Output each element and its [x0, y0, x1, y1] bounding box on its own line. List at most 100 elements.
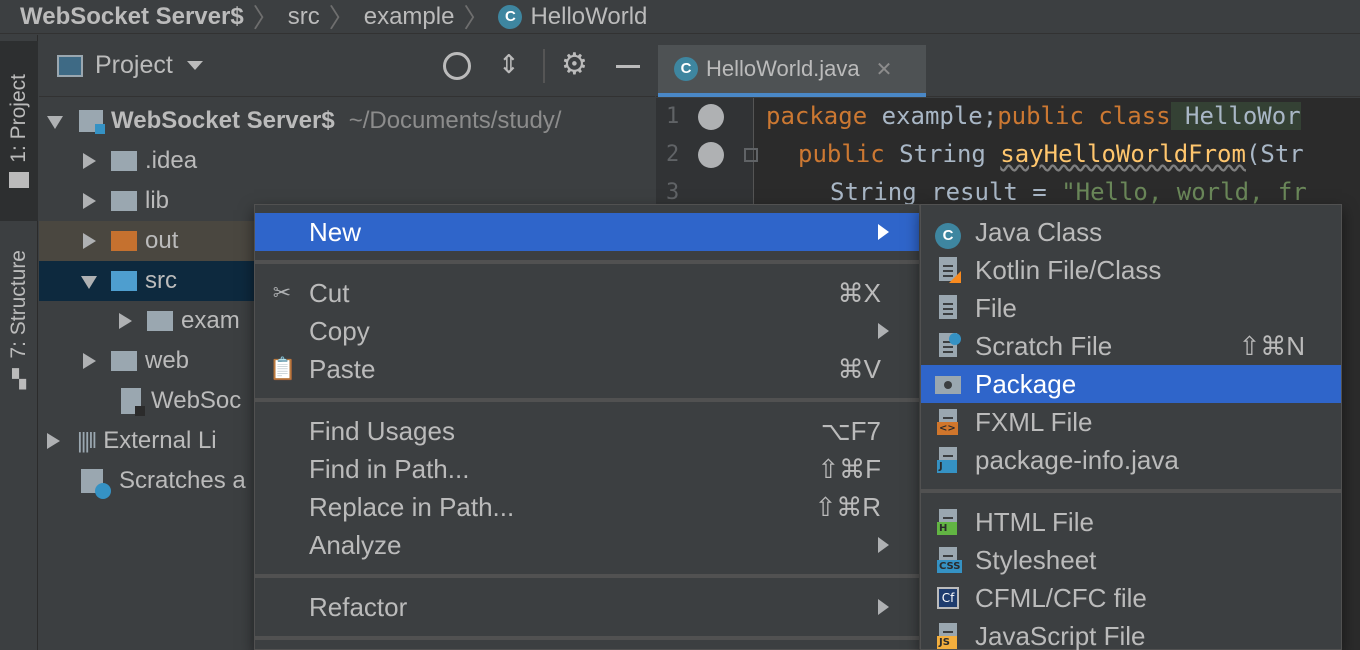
- cfml-file-icon: Cf: [935, 585, 961, 611]
- package-icon: [147, 311, 173, 331]
- submenu-arrow-icon: [878, 224, 889, 240]
- tree-item-idea[interactable]: .idea: [39, 141, 655, 181]
- java-class-icon: C: [498, 4, 523, 29]
- javascript-file-icon: JS: [935, 623, 961, 649]
- expand-arrow-icon[interactable]: [45, 433, 60, 449]
- expand-arrow-icon[interactable]: [81, 153, 96, 169]
- editor-tab-helloworld[interactable]: C HelloWorld.java ✕: [658, 45, 926, 97]
- java-class-icon: C: [935, 219, 961, 250]
- menu-separator: [255, 260, 919, 264]
- project-tool-tab[interactable]: 1: Project: [0, 41, 38, 221]
- submenu-item-java-class[interactable]: C Java Class: [921, 213, 1341, 251]
- tree-item-label: WebSocket Server$: [111, 107, 335, 134]
- dropdown-arrow-icon[interactable]: [186, 61, 203, 70]
- scissors-icon: ✂: [272, 280, 292, 305]
- submenu-item-scratch-file[interactable]: Scratch File ⇧⌘N: [921, 327, 1341, 365]
- submenu-arrow-icon: [878, 599, 889, 615]
- excluded-folder-icon: [111, 231, 137, 251]
- tree-item-project-root[interactable]: WebSocket Server$ ~/Documents/study/: [39, 101, 655, 141]
- editor-tab-label: HelloWorld.java: [706, 56, 860, 81]
- breadcrumb-src[interactable]: src: [288, 3, 320, 31]
- css-file-icon: CSS: [935, 547, 963, 573]
- submenu-item-kotlin-file[interactable]: Kotlin File/Class: [921, 251, 1341, 289]
- menu-item-refactor[interactable]: Refactor: [255, 588, 919, 626]
- code-line-1: package example;public class HelloWor: [766, 102, 1301, 130]
- fold-marker-icon[interactable]: [744, 148, 758, 162]
- project-tool-tab-label: 1: Project: [7, 73, 30, 163]
- gear-icon[interactable]: ⚙: [561, 47, 588, 82]
- submenu-item-file[interactable]: File: [921, 289, 1341, 327]
- submenu-item-stylesheet[interactable]: CSS Stylesheet: [921, 541, 1341, 579]
- submenu-item-cfml-file[interactable]: Cf CFML/CFC file: [921, 579, 1341, 617]
- line-number: 2: [666, 142, 680, 167]
- submenu-item-package[interactable]: Package: [921, 365, 1341, 403]
- libraries-icon: |||‖: [77, 428, 97, 453]
- submenu-item-javascript-file[interactable]: JS JavaScript File: [921, 617, 1341, 650]
- package-info-icon: J: [935, 447, 961, 473]
- clipboard-icon: 📋: [269, 356, 297, 381]
- expand-arrow-icon[interactable]: [81, 273, 97, 289]
- web-globe-icon[interactable]: [698, 142, 724, 168]
- java-class-icon: C: [674, 57, 698, 81]
- navigation-breadcrumb: WebSocket Server$ 〉 src 〉 example 〉 C He…: [0, 0, 1360, 34]
- shortcut: ⇧⌘R: [814, 491, 881, 522]
- collapse-all-icon[interactable]: ⇕: [498, 49, 520, 80]
- menu-item-cut[interactable]: ✂ Cut ⌘X: [255, 274, 919, 312]
- expand-arrow-icon[interactable]: [81, 353, 96, 369]
- locate-icon[interactable]: [443, 52, 471, 80]
- chevron-right-icon: 〉: [463, 3, 490, 33]
- shortcut: ⇧⌘N: [1238, 330, 1305, 361]
- tree-item-label: WebSoc: [151, 387, 242, 414]
- menu-item-new[interactable]: New: [255, 213, 919, 251]
- menu-item-find-usages[interactable]: Find Usages ⌥F7: [255, 412, 919, 450]
- tree-item-path: ~/Documents/study/: [348, 107, 562, 134]
- shortcut: ⇧⌘F: [817, 453, 881, 484]
- shortcut: ⌘X: [837, 277, 881, 308]
- menu-item-copy[interactable]: Copy: [255, 312, 919, 350]
- tool-window-strip: 1: Project 7: Structure ▚: [0, 35, 38, 650]
- breadcrumb-helloworld[interactable]: HelloWorld: [530, 3, 647, 31]
- expand-arrow-icon[interactable]: [47, 113, 63, 129]
- expand-arrow-icon[interactable]: [81, 193, 96, 209]
- menu-separator: [255, 398, 919, 402]
- context-menu: New ✂ Cut ⌘X Copy 📋 Paste ⌘V Find Usages…: [254, 204, 920, 650]
- package-icon: [935, 371, 961, 397]
- submenu-item-fxml-file[interactable]: <> FXML File: [921, 403, 1341, 441]
- tree-item-label: web: [145, 347, 190, 374]
- separator: [543, 49, 545, 83]
- shortcut: ⌘V: [837, 353, 881, 384]
- submenu-item-html-file[interactable]: H HTML File: [921, 503, 1341, 541]
- expand-arrow-icon[interactable]: [117, 313, 132, 329]
- menu-item-paste[interactable]: 📋 Paste ⌘V: [255, 350, 919, 388]
- submenu-item-package-info[interactable]: J package-info.java: [921, 441, 1341, 479]
- project-view-icon: [57, 54, 83, 77]
- tree-item-label: lib: [145, 187, 170, 214]
- module-file-icon: [121, 388, 145, 416]
- menu-item-analyze[interactable]: Analyze: [255, 526, 919, 564]
- menu-item-find-in-path[interactable]: Find in Path... ⇧⌘F: [255, 450, 919, 488]
- fxml-file-icon: <>: [935, 409, 961, 435]
- web-globe-icon[interactable]: [698, 104, 724, 130]
- menu-separator: [255, 574, 919, 578]
- tree-item-label: src: [145, 267, 177, 294]
- folder-icon: [111, 151, 137, 171]
- hide-panel-icon[interactable]: [616, 65, 640, 68]
- editor-tabs: C HelloWorld.java ✕: [656, 35, 1360, 97]
- scratch-file-icon: [935, 333, 961, 359]
- code-line-2: public String sayHelloWorldFrom(Str: [798, 140, 1304, 168]
- tree-item-label: External Li: [103, 427, 217, 454]
- structure-tool-tab-label: 7: Structure: [7, 250, 30, 359]
- chevron-right-icon: 〉: [252, 3, 279, 33]
- menu-separator: [255, 636, 919, 640]
- project-panel-header: Project ⇕ ⚙: [39, 35, 655, 97]
- structure-tool-tab[interactable]: 7: Structure ▚: [0, 235, 38, 405]
- submenu-arrow-icon: [878, 323, 889, 339]
- tree-item-label: exam: [181, 307, 240, 334]
- project-view-title[interactable]: Project: [95, 51, 173, 80]
- breadcrumb-project[interactable]: WebSocket Server$: [20, 3, 244, 31]
- breadcrumb-example[interactable]: example: [364, 3, 455, 31]
- menu-item-replace-in-path[interactable]: Replace in Path... ⇧⌘R: [255, 488, 919, 526]
- close-icon[interactable]: ✕: [876, 57, 893, 82]
- line-number: 3: [666, 180, 680, 205]
- expand-arrow-icon[interactable]: [81, 233, 96, 249]
